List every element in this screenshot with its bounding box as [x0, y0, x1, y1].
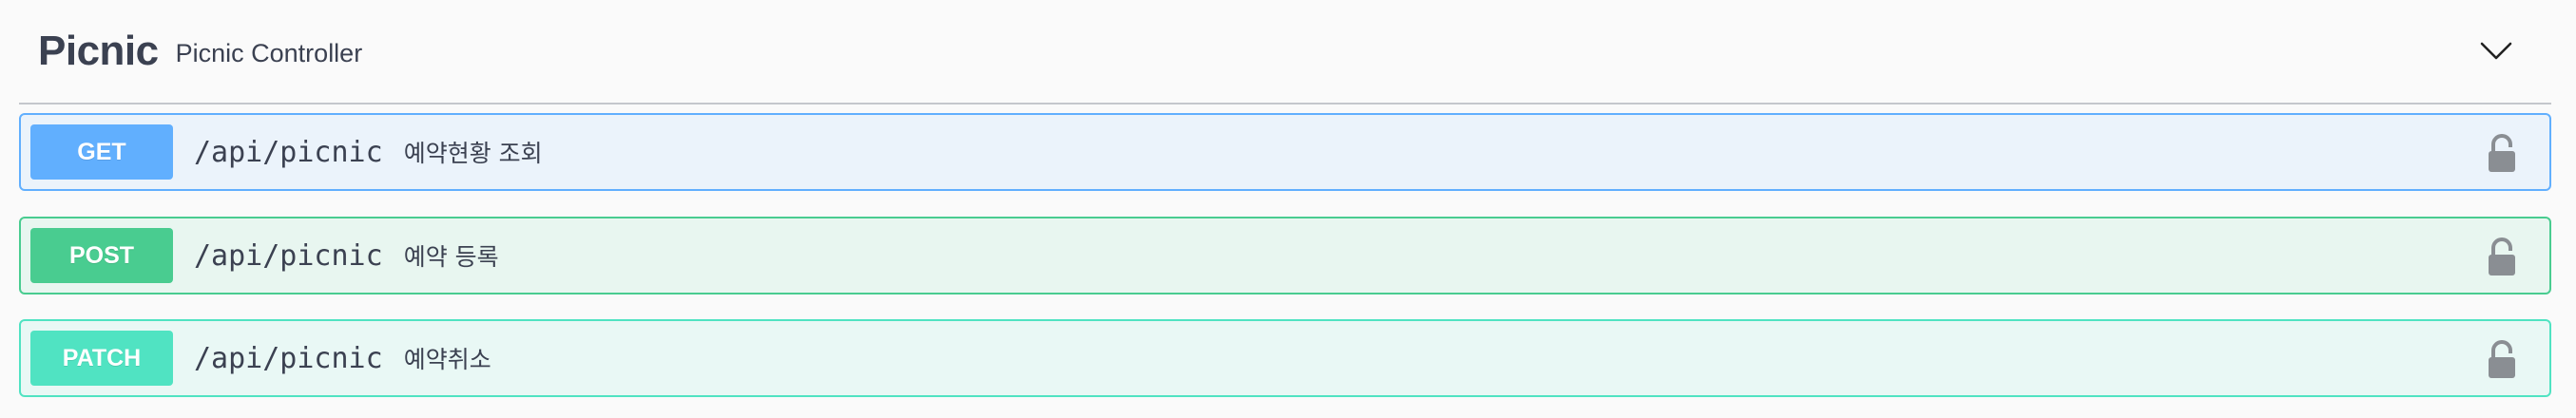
operation-path: /api/picnic [194, 238, 383, 273]
operation-path: /api/picnic [194, 341, 383, 375]
chevron-down-icon[interactable] [2477, 32, 2515, 70]
method-badge-get: GET [30, 124, 173, 180]
operation-summary: 예약현황 조회 [403, 140, 543, 167]
lock-icon[interactable] [2483, 338, 2521, 380]
opblock-patch-api-picnic[interactable]: PATCH /api/picnic 예약취소 [19, 319, 2551, 397]
operation-summary: 예약 등록 [403, 243, 499, 271]
tag-section-picnic: Picnic Picnic Controller GET /api/picnic… [0, 0, 2576, 418]
tag-header[interactable]: Picnic Picnic Controller [19, 0, 2551, 104]
method-badge-patch: PATCH [30, 331, 173, 386]
lock-icon[interactable] [2483, 236, 2521, 277]
operation-summary: 예약취소 [403, 346, 491, 373]
tag-description: Picnic Controller [175, 38, 363, 67]
opblock-post-api-picnic[interactable]: POST /api/picnic 예약 등록 [19, 217, 2551, 294]
lock-icon[interactable] [2483, 132, 2521, 174]
method-badge-post: POST [30, 228, 173, 283]
tag-name: Picnic [38, 28, 159, 74]
operation-path: /api/picnic [194, 135, 383, 169]
opblock-get-api-picnic[interactable]: GET /api/picnic 예약현황 조회 [19, 113, 2551, 191]
